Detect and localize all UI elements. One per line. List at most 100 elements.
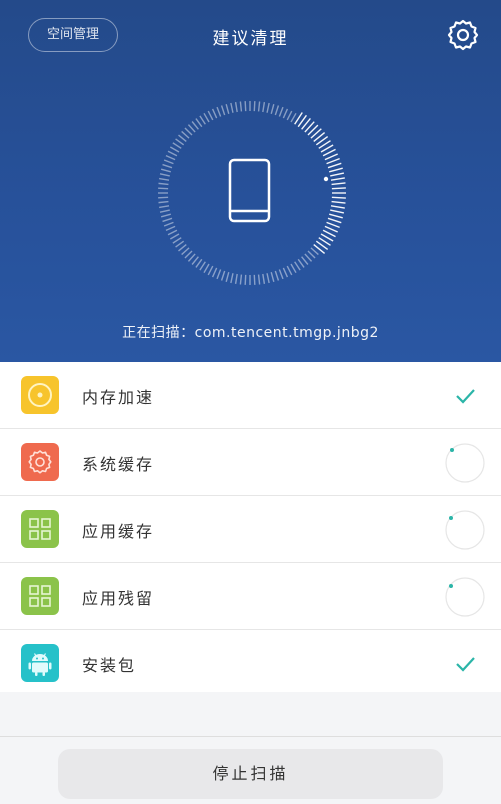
list-item[interactable]: 应用残留 <box>0 563 501 630</box>
ring-tick <box>159 205 170 209</box>
ring-tick <box>172 142 182 149</box>
ring-tick <box>195 118 203 128</box>
ring-tick <box>331 200 346 204</box>
ring-tick <box>282 108 289 119</box>
ring-tick <box>331 187 346 190</box>
ring-tick <box>326 157 340 165</box>
ring-tick <box>207 110 214 121</box>
ring-tick <box>158 187 169 190</box>
loading-spinner-icon <box>444 442 486 484</box>
ring-tick <box>270 103 275 114</box>
item-label: 内存加速 <box>82 388 155 407</box>
ring-tick <box>225 103 230 114</box>
item-label: 应用缓存 <box>82 522 155 541</box>
ring-tick <box>158 196 169 199</box>
ring-tick <box>158 182 169 186</box>
scan-header: 空间管理 建议清理 正在扫描：com.tencent.tmgp.jnbg2 <box>0 0 501 362</box>
item-label: 应用残留 <box>82 589 155 608</box>
loading-spinner-icon <box>444 509 486 551</box>
ring-tick <box>239 101 243 112</box>
check-icon <box>444 643 486 685</box>
ring-tick <box>278 106 284 117</box>
ring-tick <box>169 233 180 240</box>
ring-tick <box>266 102 270 113</box>
ring-tick <box>181 130 190 139</box>
ring-tick <box>163 221 174 227</box>
ring-tick <box>234 273 238 284</box>
scan-indicator-dot <box>323 176 329 182</box>
ring-tick <box>162 217 173 223</box>
list-item[interactable]: 系统缓存 <box>0 429 501 496</box>
ring-tick <box>199 115 206 125</box>
ring-tick <box>165 225 176 232</box>
ring-tick <box>184 127 193 136</box>
ring-tick <box>203 112 210 123</box>
ring-tick <box>257 101 261 112</box>
ring-tick <box>304 253 313 262</box>
list-item[interactable]: 应用缓存 <box>0 496 501 563</box>
gear-icon <box>21 443 59 481</box>
ring-tick <box>274 270 280 281</box>
ring-tick <box>324 225 338 233</box>
scan-prefix: 正在扫描： <box>122 325 195 341</box>
ring-tick <box>172 237 182 244</box>
ring-tick <box>184 250 193 259</box>
disc-icon <box>21 376 59 414</box>
ring-tick <box>159 177 170 181</box>
ring-tick <box>282 267 289 278</box>
ring-tick <box>262 102 266 113</box>
ring-tick <box>191 256 199 265</box>
ring-tick <box>270 272 275 283</box>
ring-tick <box>175 240 185 248</box>
ring-tick <box>191 121 199 130</box>
ring-tick <box>178 134 187 142</box>
ring-tick <box>324 153 338 161</box>
ring-tick <box>286 110 293 121</box>
ring-tick <box>163 159 174 165</box>
list-item[interactable]: 安装包 <box>0 630 501 697</box>
ring-tick <box>327 162 342 169</box>
ring-tick <box>257 274 261 285</box>
scan-progress-ring <box>158 101 346 285</box>
ring-tick <box>216 269 222 280</box>
ring-tick <box>244 101 247 112</box>
ring-tick <box>278 269 284 280</box>
list-item[interactable]: 内存加速 <box>0 362 501 429</box>
ring-tick <box>244 274 247 285</box>
apps-grid-icon <box>21 510 59 548</box>
item-label: 系统缓存 <box>82 455 155 474</box>
ring-tick <box>253 274 256 285</box>
ring-tick <box>187 253 196 262</box>
page-title: 建议清理 <box>212 29 289 49</box>
ring-tick <box>207 265 214 276</box>
ring-tick <box>220 105 226 116</box>
ring-tick <box>203 263 210 274</box>
scan-status: 正在扫描：com.tencent.tmgp.jnbg2 <box>0 322 501 342</box>
ring-tick <box>199 261 206 271</box>
ring-tick <box>239 274 243 285</box>
gear-icon[interactable] <box>447 19 479 51</box>
ring-tick <box>290 263 297 274</box>
ring-tick <box>301 256 309 265</box>
ring-tick <box>286 265 293 276</box>
ring-tick <box>175 138 185 146</box>
ring-tick <box>330 205 345 209</box>
ring-tick <box>290 112 297 123</box>
ring-tick <box>294 261 301 271</box>
stop-scan-button[interactable]: 停止扫描 <box>58 749 443 799</box>
ring-tick <box>160 168 171 173</box>
ring-tick <box>158 200 169 204</box>
phone-icon <box>228 158 271 223</box>
ring-tick <box>211 267 218 278</box>
ring-tick <box>181 247 190 256</box>
ring-tick <box>274 105 280 116</box>
ring-tick <box>331 196 346 199</box>
scan-package: com.tencent.tmgp.jnbg2 <box>194 325 379 341</box>
ring-tick <box>230 102 234 113</box>
check-icon <box>444 375 486 417</box>
ring-tick <box>253 101 256 112</box>
ring-tick <box>331 182 346 186</box>
ring-tick <box>220 270 226 281</box>
ring-tick <box>330 209 345 214</box>
loading-spinner-icon <box>444 576 486 618</box>
